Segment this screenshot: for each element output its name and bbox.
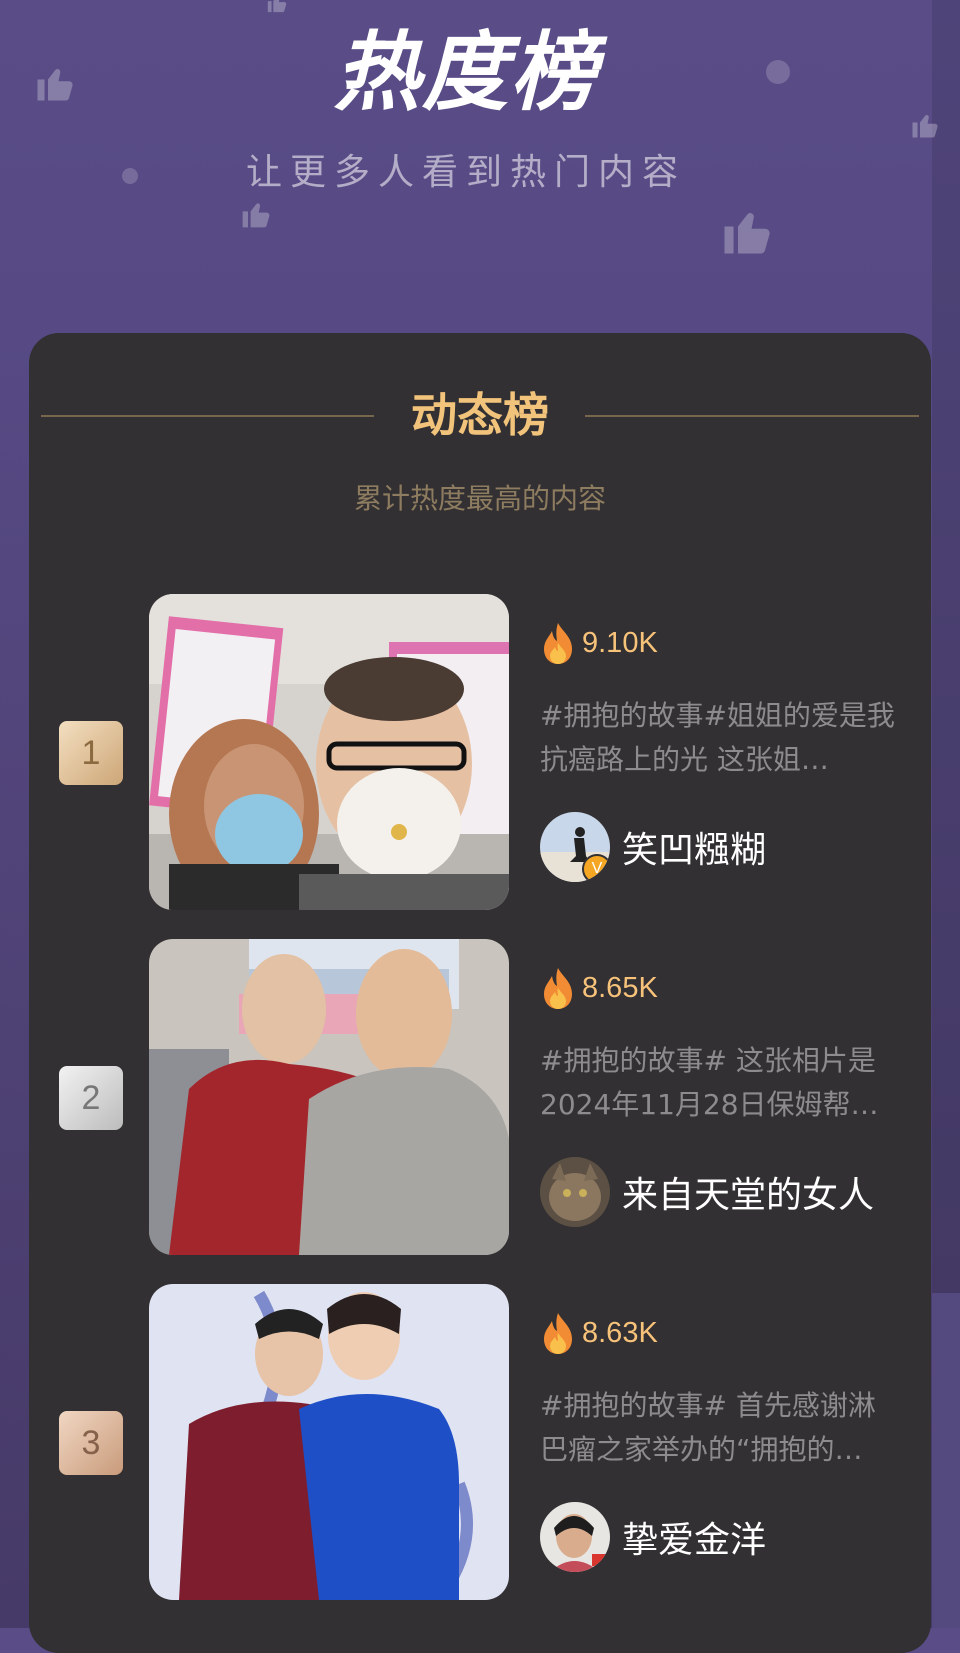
post-description[interactable]: #拥抱的故事#姐姐的爱是我抗癌路上的光 这张姐…: [540, 694, 895, 782]
hot-value: 8.63K: [582, 1316, 658, 1349]
page-title: 热度榜: [334, 23, 598, 123]
post-description[interactable]: #拥抱的故事# 首先感谢淋巴瘤之家举办的“拥抱的…: [540, 1384, 895, 1472]
verified-badge-icon: V: [582, 854, 610, 882]
rank-badge: 1: [59, 721, 123, 785]
section-subtitle: 累计热度最高的内容: [353, 482, 606, 515]
author-name[interactable]: 笑凹糨糊: [622, 821, 766, 873]
hot-score: 9.10K: [540, 618, 658, 668]
hot-value: 9.10K: [582, 626, 658, 659]
post-thumbnail[interactable]: [149, 594, 509, 910]
thumbs-up-icon: [242, 203, 270, 228]
avatar[interactable]: V: [540, 812, 610, 882]
author[interactable]: V 笑凹糨糊: [540, 810, 766, 884]
post-description[interactable]: #拥抱的故事# 这张相片是2024年11月28日保姆帮…: [540, 1039, 895, 1127]
right-edge-panel-lower: [932, 1293, 960, 1628]
thumbs-up-icon: [267, 0, 287, 13]
rank-badge: 3: [59, 1411, 123, 1475]
post-thumbnail[interactable]: [149, 1284, 509, 1600]
section-title: 动态榜: [411, 388, 549, 442]
ranking-card: 动态榜 累计热度最高的内容 1 9.10K #拥抱的故事#姐姐的爱是我抗癌路上的…: [29, 333, 931, 1653]
fire-icon: [544, 1313, 572, 1354]
list-item[interactable]: 1 9.10K #拥抱的故事#姐姐的爱是我抗癌路上的光 这张姐… V 笑凹糨糊: [29, 594, 931, 912]
list-item[interactable]: 3 8.63K #拥抱的故事# 首先感谢淋巴瘤之家举办的“拥抱的… 挚爱金洋: [29, 1284, 931, 1602]
author-name[interactable]: 挚爱金洋: [622, 1511, 766, 1563]
right-edge-panel: [932, 0, 960, 1293]
post-thumbnail[interactable]: [149, 939, 509, 1255]
hot-score: 8.65K: [540, 963, 658, 1013]
avatar[interactable]: [540, 1157, 610, 1227]
fire-icon: [544, 623, 572, 664]
list-item[interactable]: 2 8.65K #拥抱的故事# 这张相片是2024年11月28日保姆帮… 来自天…: [29, 939, 931, 1257]
avatar[interactable]: [540, 1502, 610, 1572]
thumbs-up-icon: [724, 213, 770, 254]
author-name[interactable]: 来自天堂的女人: [622, 1166, 874, 1218]
hot-score: 8.63K: [540, 1308, 658, 1358]
hot-value: 8.65K: [582, 971, 658, 1004]
author[interactable]: 挚爱金洋: [540, 1500, 766, 1574]
fire-icon: [544, 968, 572, 1009]
page-subtitle: 让更多人看到热门内容: [245, 152, 686, 193]
rank-badge: 2: [59, 1066, 123, 1130]
author[interactable]: 来自天堂的女人: [540, 1155, 874, 1229]
